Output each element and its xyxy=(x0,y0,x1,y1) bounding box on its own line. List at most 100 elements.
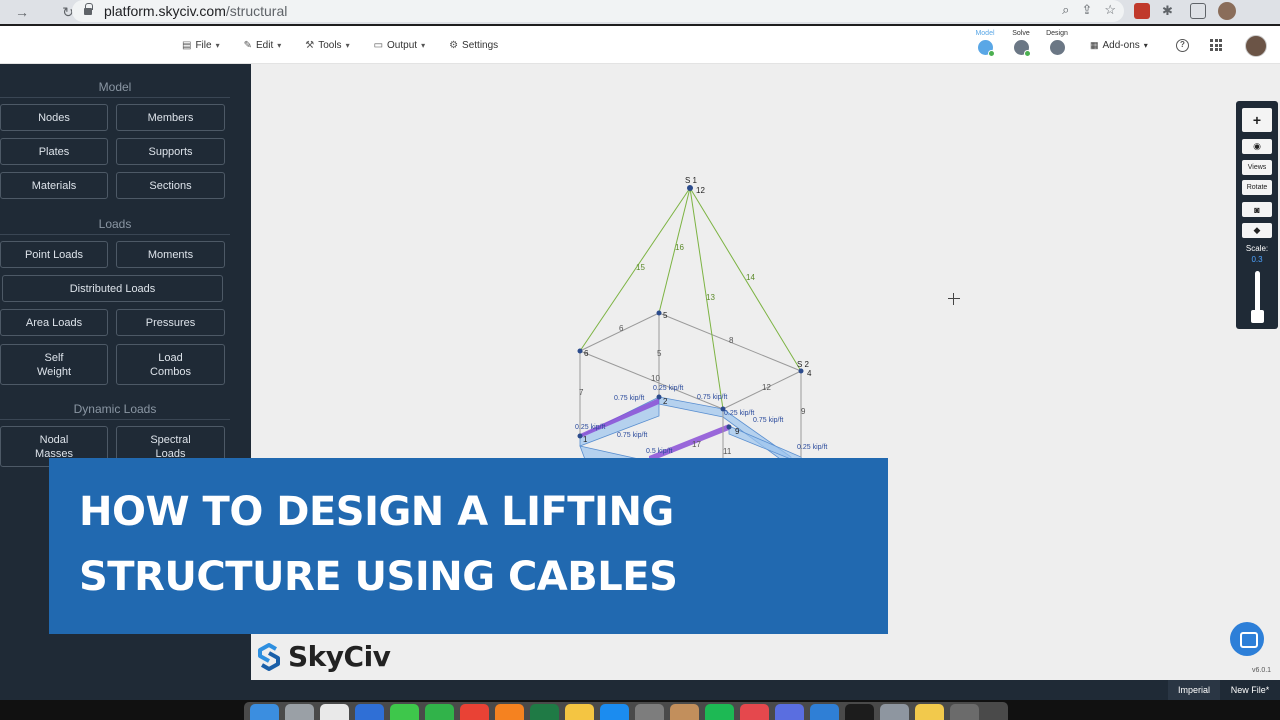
step-model-label: Model xyxy=(975,30,995,37)
scale-label: Scale: xyxy=(1245,244,1269,253)
rotate-button[interactable]: Rotate xyxy=(1242,180,1272,195)
main-menu: ▤ File ▾ ✎ Edit ▾ ⚒ Tools ▾ ▭ Output ▾ ⚙ Settings xyxy=(182,26,498,64)
menu-output[interactable]: ▭ Output ▾ xyxy=(374,40,426,51)
view-toolbar: + ◉ Views Rotate ◙ ◆ Scale: 0.3 xyxy=(1236,101,1278,329)
os-dock xyxy=(0,700,1280,720)
address-bar[interactable]: platform.skyciv.com/structural ⌕ ⇪ ☆ xyxy=(72,0,1124,22)
load-label: 0.25 kip/ft xyxy=(724,410,754,417)
finder-icon[interactable] xyxy=(250,704,279,720)
firefox-icon[interactable] xyxy=(495,704,524,720)
self-weight-button[interactable]: Self Weight xyxy=(0,344,108,385)
title-banner: HOW TO DESIGN A LIFTING STRUCTURE USING … xyxy=(49,458,888,634)
eye-icon[interactable]: ◉ xyxy=(1242,139,1272,154)
utility-icon[interactable] xyxy=(880,704,909,720)
chrome-icon[interactable] xyxy=(460,704,489,720)
menu-tools[interactable]: ⚒ Tools ▾ xyxy=(305,40,349,51)
help-icon[interactable]: ? xyxy=(1176,39,1189,52)
menu-settings[interactable]: ⚙ Settings xyxy=(449,40,498,51)
views-button[interactable]: Views xyxy=(1242,160,1272,175)
load-label: 0.25 kip/ft xyxy=(797,444,827,451)
facetime-icon[interactable] xyxy=(425,704,454,720)
addons-menu[interactable]: ▦ Add-ons ▾ xyxy=(1090,26,1148,64)
sections-button[interactable]: Sections xyxy=(116,172,225,199)
check-icon xyxy=(987,50,995,57)
menu-settings-label: Settings xyxy=(462,39,499,51)
member-label: 14 xyxy=(746,273,755,282)
user-avatar[interactable] xyxy=(1245,35,1267,57)
forward-icon[interactable]: → xyxy=(14,4,30,20)
apps-grid-icon[interactable] xyxy=(1210,39,1222,51)
cube-icon[interactable]: ◆ xyxy=(1242,223,1272,238)
step-model[interactable]: Model xyxy=(974,30,996,57)
step-solve-label: Solve xyxy=(1012,30,1030,37)
pressures-button[interactable]: Pressures xyxy=(116,309,225,336)
trash-icon[interactable] xyxy=(950,704,979,720)
search-icon[interactable]: ⌕ xyxy=(1062,2,1069,18)
spotify-icon[interactable] xyxy=(705,704,734,720)
bookmark-star-icon[interactable]: ☆ xyxy=(1104,2,1116,18)
share-icon[interactable]: ⇪ xyxy=(1081,2,1092,18)
divider xyxy=(0,419,230,420)
profile-avatar[interactable] xyxy=(1218,2,1236,20)
nodes-button[interactable]: Nodes xyxy=(0,104,108,131)
area-loads-button[interactable]: Area Loads xyxy=(0,309,108,336)
chevron-down-icon: ▾ xyxy=(421,40,426,50)
chat-icon[interactable] xyxy=(1230,622,1264,656)
calendar-icon[interactable] xyxy=(320,704,349,720)
file-name[interactable]: New File* xyxy=(1224,680,1276,700)
point-loads-button[interactable]: Point Loads xyxy=(0,241,108,268)
extension-icon[interactable] xyxy=(1134,3,1150,19)
plates-button[interactable]: Plates xyxy=(0,138,108,165)
load-label: 0.75 kip/ft xyxy=(697,394,727,401)
messages-icon[interactable] xyxy=(390,704,419,720)
member-label: 7 xyxy=(579,388,584,397)
chevron-down-icon: ▾ xyxy=(1143,40,1148,50)
scale-slider-handle[interactable] xyxy=(1251,310,1264,323)
units-toggle[interactable]: Imperial xyxy=(1168,680,1220,700)
node-label: 12 xyxy=(696,186,705,195)
members-button[interactable]: Members xyxy=(116,104,225,131)
model-step-icon xyxy=(977,40,995,57)
notes-icon[interactable] xyxy=(915,704,944,720)
crosshair-cursor-icon xyxy=(948,293,960,305)
sidepanel-icon[interactable] xyxy=(1190,3,1206,19)
materials-button[interactable]: Materials xyxy=(0,172,108,199)
check-icon xyxy=(1023,50,1031,57)
member-label: 6 xyxy=(619,324,624,333)
distributed-loads-button[interactable]: Distributed Loads xyxy=(2,275,223,302)
load-combos-button[interactable]: Load Combos xyxy=(116,344,225,385)
news-icon[interactable] xyxy=(740,704,769,720)
menu-edit[interactable]: ✎ Edit ▾ xyxy=(244,40,282,51)
load-label: 0.25 kip/ft xyxy=(575,424,605,431)
launchpad-icon[interactable] xyxy=(285,704,314,720)
workflow-steps: Model Solve Design xyxy=(974,30,1068,57)
node xyxy=(577,348,583,354)
mail-icon[interactable] xyxy=(355,704,384,720)
app-icon[interactable] xyxy=(775,704,804,720)
camera-icon[interactable]: ◙ xyxy=(1242,202,1272,217)
step-solve[interactable]: Solve xyxy=(1010,30,1032,57)
obs-icon[interactable] xyxy=(845,704,874,720)
excel-icon[interactable] xyxy=(530,704,559,720)
photos-icon[interactable] xyxy=(565,704,594,720)
gear-icon: ⚙ xyxy=(449,39,459,51)
logo-text: SkyCiv xyxy=(288,640,391,673)
supports-button[interactable]: Supports xyxy=(116,138,225,165)
node xyxy=(656,310,662,316)
vscode-icon[interactable] xyxy=(810,704,839,720)
settings-icon[interactable] xyxy=(635,704,664,720)
load-label: 0.75 kip/ft xyxy=(617,432,647,439)
member-label: 15 xyxy=(636,263,645,272)
puzzle-icon[interactable]: ✱ xyxy=(1162,3,1178,19)
distributed-load-shape xyxy=(649,424,729,462)
zoom-in-button[interactable]: + xyxy=(1242,108,1272,132)
solve-step-icon xyxy=(1013,40,1031,57)
menu-file[interactable]: ▤ File ▾ xyxy=(182,40,220,51)
app-store-icon[interactable] xyxy=(600,704,629,720)
node xyxy=(577,433,583,439)
moments-button[interactable]: Moments xyxy=(116,241,225,268)
step-design[interactable]: Design xyxy=(1046,30,1068,55)
node-label: 6 xyxy=(584,349,589,358)
node xyxy=(656,394,662,400)
preview-icon[interactable] xyxy=(670,704,699,720)
